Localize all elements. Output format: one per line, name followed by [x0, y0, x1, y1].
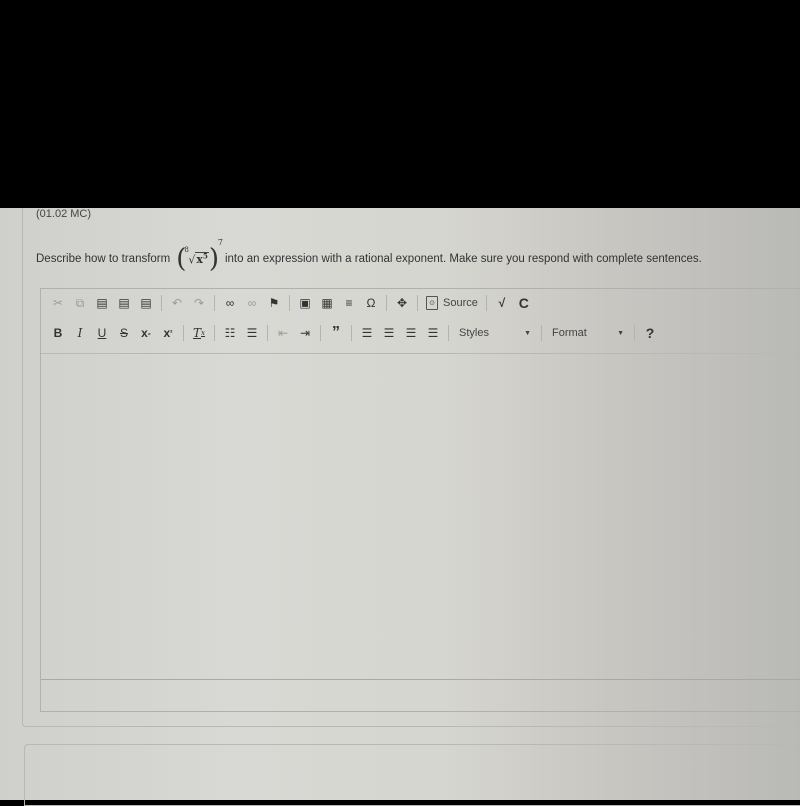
blockquote-button[interactable]: ” [325, 323, 347, 343]
editor-content-area[interactable] [41, 355, 800, 679]
copy-icon[interactable]: ⧉ [69, 293, 91, 313]
chem-c-button[interactable]: C [513, 293, 535, 313]
radicand-exponent: 5 [202, 251, 208, 261]
math-sqrt-button[interactable]: √ [491, 293, 513, 313]
source-button[interactable]: ⊙ Source [422, 296, 482, 310]
paste-word-icon[interactable]: ▤ [135, 293, 157, 313]
styles-dropdown[interactable]: Styles ▼ [453, 327, 537, 339]
radical: 8 √x5 [184, 245, 209, 267]
question-id: (01.02 MC) [36, 208, 92, 220]
horizontal-line-icon[interactable]: ≡ [338, 293, 360, 313]
format-dropdown[interactable]: Format ▼ [546, 327, 630, 339]
paste-icon[interactable]: ▤ [91, 293, 113, 313]
paste-text-icon[interactable]: ▤ [113, 293, 135, 313]
separator [214, 325, 215, 341]
unlink-icon[interactable]: ∞ [241, 293, 263, 313]
numbered-list-button[interactable]: ☷ [219, 323, 241, 343]
anchor-flag-icon[interactable]: ⚑ [263, 293, 285, 313]
separator [386, 295, 387, 311]
table-icon[interactable]: ▦ [316, 293, 338, 313]
screen: (01.02 MC) Describe how to transform ( 8… [0, 208, 800, 806]
separator [214, 295, 215, 311]
prompt-text-after: into an expression with a rational expon… [224, 253, 702, 265]
outdent-button[interactable]: ⇤ [272, 323, 294, 343]
italic-button[interactable]: I [69, 323, 91, 343]
undo-icon[interactable]: ↶ [166, 293, 188, 313]
image-icon[interactable]: ▣ [294, 293, 316, 313]
toolbar-row-1: ✂ ⧉ ▤ ▤ ▤ ↶ ↷ ∞ ∞ ⚑ ▣ ▦ ≡ Ω ✥ ⊙ Source √… [47, 292, 535, 314]
separator [417, 295, 418, 311]
special-char-icon[interactable]: Ω [360, 293, 382, 313]
source-icon: ⊙ [426, 296, 438, 310]
chevron-down-icon: ▼ [617, 329, 624, 337]
toolbar-row-2: B I U S x₂ x² Tx ☷ ☰ ⇤ ⇥ ” ☰ ☰ ☰ ☰ Style… [47, 322, 661, 344]
rich-text-editor: ✂ ⧉ ▤ ▤ ▤ ↶ ↷ ∞ ∞ ⚑ ▣ ▦ ≡ Ω ✥ ⊙ Source √… [40, 288, 800, 712]
remove-format-button[interactable]: Tx [188, 323, 210, 343]
justify-button[interactable]: ☰ [422, 323, 444, 343]
separator [289, 295, 290, 311]
separator [320, 325, 321, 341]
separator [183, 325, 184, 341]
maximize-icon[interactable]: ✥ [391, 293, 413, 313]
link-icon[interactable]: ∞ [219, 293, 241, 313]
align-left-button[interactable]: ☰ [356, 323, 378, 343]
strikethrough-button[interactable]: S [113, 323, 135, 343]
root-index: 8 [184, 245, 189, 254]
separator [485, 295, 487, 311]
subscript-button[interactable]: x₂ [135, 323, 157, 343]
question-prompt: Describe how to transform ( 8 √x5 ) 7 int… [36, 238, 702, 274]
math-expression: ( 8 √x5 ) 7 [176, 238, 223, 274]
align-center-button[interactable]: ☰ [378, 323, 400, 343]
bulleted-list-button[interactable]: ☰ [241, 323, 263, 343]
help-button[interactable]: ? [639, 323, 661, 343]
editor-status-bar [41, 679, 800, 707]
outer-exponent: 7 [217, 238, 223, 247]
indent-button[interactable]: ⇥ [294, 323, 316, 343]
align-right-button[interactable]: ☰ [400, 323, 422, 343]
separator [634, 325, 635, 341]
chevron-down-icon: ▼ [524, 329, 531, 337]
separator [448, 325, 449, 341]
source-label: Source [443, 297, 478, 309]
cut-icon[interactable]: ✂ [47, 293, 69, 313]
separator [267, 325, 268, 341]
separator [541, 325, 542, 341]
next-question-panel [24, 744, 800, 806]
underline-button[interactable]: U [91, 323, 113, 343]
prompt-text-before: Describe how to transform [36, 253, 171, 265]
separator [351, 325, 352, 341]
separator [161, 295, 162, 311]
right-paren: ) [208, 244, 219, 274]
superscript-button[interactable]: x² [157, 323, 179, 343]
editor-toolbar: ✂ ⧉ ▤ ▤ ▤ ↶ ↷ ∞ ∞ ⚑ ▣ ▦ ≡ Ω ✥ ⊙ Source √… [41, 289, 800, 354]
bold-button[interactable]: B [47, 323, 69, 343]
format-label: Format [552, 327, 587, 339]
styles-label: Styles [459, 327, 489, 339]
redo-icon[interactable]: ↷ [188, 293, 210, 313]
